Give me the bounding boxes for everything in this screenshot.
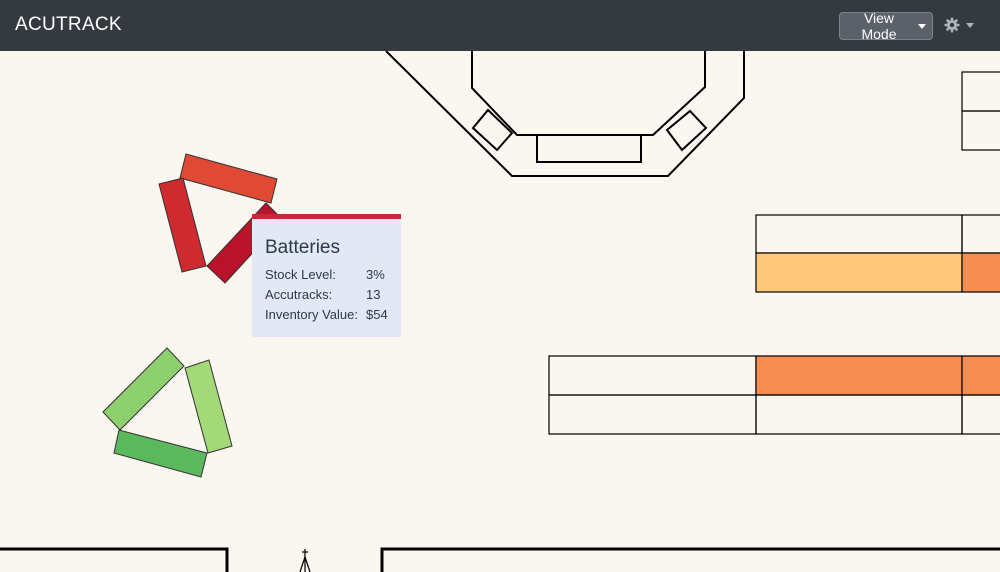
- service-counter[interactable]: [385, 51, 745, 177]
- tooltip-row-inventory-value: Inventory Value: $54: [265, 307, 401, 327]
- settings-dropdown[interactable]: [944, 14, 982, 36]
- item-tooltip: Batteries Stock Level: 3% Accutracks: 13…: [252, 214, 401, 337]
- tooltip-row-accutracks: Accutracks: 13: [265, 287, 401, 307]
- tooltip-label: Inventory Value:: [265, 307, 358, 322]
- view-mode-label: View Mode: [861, 10, 897, 42]
- tooltip-value: 3%: [366, 267, 385, 282]
- shelf-unit-top-right[interactable]: [961, 71, 1000, 151]
- rack-green[interactable]: [102, 347, 233, 478]
- tooltip-value: 13: [366, 287, 381, 302]
- top-navbar: ACUTRACK View Mode: [0, 0, 1000, 51]
- view-mode-dropdown[interactable]: View Mode: [839, 10, 933, 42]
- app-brand[interactable]: ACUTRACK: [15, 14, 122, 36]
- entrance-marker: [299, 549, 311, 572]
- tooltip-row-stock-level: Stock Level: 3%: [265, 267, 401, 287]
- tooltip-title: Batteries: [265, 237, 340, 258]
- tooltip-label: Accutracks:: [265, 287, 333, 302]
- tooltip-value: $54: [366, 307, 388, 322]
- tooltip-label: Stock Level:: [265, 267, 336, 282]
- gear-icon: [944, 17, 960, 33]
- shelf-unit-right[interactable]: [755, 214, 1000, 293]
- shelf-unit-middle[interactable]: [548, 355, 1000, 435]
- chevron-down-icon: [918, 23, 926, 29]
- wall-bottom: [0, 547, 1000, 572]
- chevron-down-icon: [966, 22, 974, 28]
- floor-plan: [0, 51, 1000, 572]
